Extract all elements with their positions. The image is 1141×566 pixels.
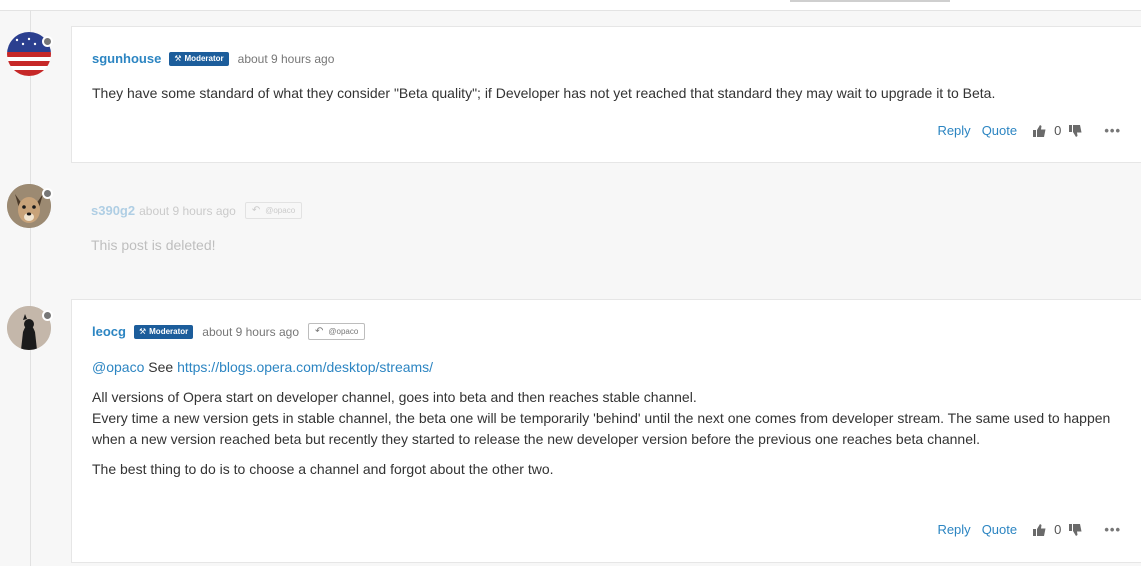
vote-count: 0 <box>1054 522 1062 537</box>
vote-count: 0 <box>1054 123 1062 138</box>
mention-link[interactable]: @opaco <box>92 359 144 375</box>
post-paragraph-2: Every time a new version gets in stable … <box>92 410 1111 447</box>
scroll-indicator <box>790 0 950 2</box>
quote-button[interactable]: Quote <box>982 123 1017 138</box>
post-actions: Reply Quote 0 ••• <box>926 522 1121 537</box>
more-options-icon[interactable]: ••• <box>1104 123 1121 138</box>
gavel-icon: ⚒ <box>174 53 182 63</box>
post-text: They have some standard of what they con… <box>92 85 996 101</box>
thread-line <box>30 10 31 566</box>
post-header: sgunhouse ⚒ Moderator about 9 hours ago <box>92 51 334 66</box>
post-header: s390g2 about 9 hours ago ↶ @opaco <box>91 202 303 219</box>
quote-button[interactable]: Quote <box>982 522 1017 537</box>
badge-label: Moderator <box>149 326 189 336</box>
post-timestamp[interactable]: about 9 hours ago <box>139 204 236 218</box>
post-header: leocg ⚒ Moderator about 9 hours ago ↶ @o… <box>92 323 366 340</box>
in-reply-to-chip[interactable]: ↶ @opaco <box>308 323 366 340</box>
more-options-icon[interactable]: ••• <box>1104 522 1121 537</box>
post-leocg: leocg ⚒ Moderator about 9 hours ago ↶ @o… <box>71 299 1141 563</box>
status-dot-icon <box>42 36 53 47</box>
reply-arrow-icon: ↶ <box>315 326 324 337</box>
topic-page: sgunhouse ⚒ Moderator about 9 hours ago … <box>0 0 1141 566</box>
reply-button[interactable]: Reply <box>937 123 970 138</box>
reply-arrow-icon: ↶ <box>251 205 261 216</box>
reply-to-label: @opaco <box>265 206 296 215</box>
post-content: They have some standard of what they con… <box>92 83 1127 104</box>
moderator-badge[interactable]: ⚒ Moderator <box>133 324 194 339</box>
username-link[interactable]: sgunhouse <box>92 51 161 66</box>
thumbs-down-icon[interactable] <box>1069 124 1082 137</box>
gavel-icon: ⚒ <box>138 326 147 336</box>
reply-to-label: @opaco <box>328 327 359 336</box>
post-paragraph-1: All versions of Opera start on developer… <box>92 389 697 405</box>
post-s390g2-deleted: s390g2 about 9 hours ago ↶ @opaco This p… <box>71 180 1141 280</box>
see-text: See <box>148 359 174 375</box>
reply-button[interactable]: Reply <box>937 522 970 537</box>
post-timestamp[interactable]: about 9 hours ago <box>238 52 335 66</box>
streams-link[interactable]: https://blogs.opera.com/desktop/streams/ <box>177 359 433 375</box>
status-dot-icon <box>42 188 53 199</box>
thumbs-up-icon[interactable] <box>1033 523 1046 536</box>
post-paragraph-3: The best thing to do is to choose a chan… <box>92 461 554 477</box>
post-actions: Reply Quote 0 ••• <box>926 123 1121 138</box>
badge-label: Moderator <box>184 53 224 63</box>
deleted-notice: This post is deleted! <box>91 237 216 253</box>
post-timestamp[interactable]: about 9 hours ago <box>202 325 299 339</box>
username-link[interactable]: s390g2 <box>91 203 135 218</box>
post-content: @opaco See https://blogs.opera.com/deskt… <box>92 357 1127 480</box>
thumbs-down-icon[interactable] <box>1069 523 1082 536</box>
top-bar <box>0 0 1141 11</box>
post-sgunhouse: sgunhouse ⚒ Moderator about 9 hours ago … <box>71 26 1141 163</box>
username-link[interactable]: leocg <box>92 324 126 339</box>
post-content: This post is deleted! <box>91 235 1126 256</box>
thumbs-up-icon[interactable] <box>1033 124 1046 137</box>
status-dot-icon <box>42 310 53 321</box>
in-reply-to-chip[interactable]: ↶ @opaco <box>244 202 303 219</box>
post-line-link: @opaco See https://blogs.opera.com/deskt… <box>92 357 1127 378</box>
moderator-badge[interactable]: ⚒ Moderator <box>169 51 229 66</box>
